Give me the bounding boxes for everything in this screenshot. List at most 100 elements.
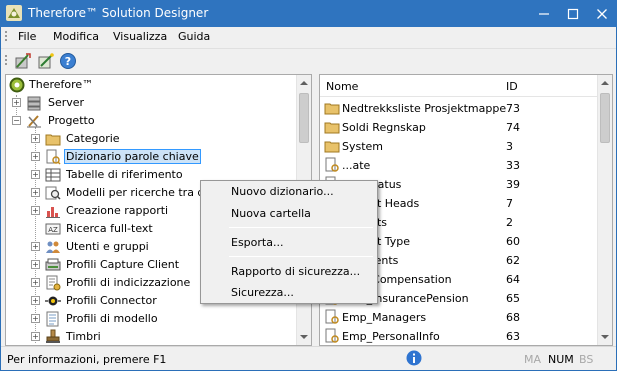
context-menu: Nuovo dizionario... Nuova cartella Espor… <box>200 180 378 304</box>
expand-plus-icon[interactable]: + <box>31 314 40 323</box>
help-icon[interactable]: ? <box>59 52 77 70</box>
tree-node-server[interactable]: + Server <box>6 94 296 112</box>
menu-visualizza[interactable]: Visualizza <box>113 30 167 43</box>
scroll-thumb[interactable] <box>600 93 610 143</box>
item-id: 60 <box>506 235 520 248</box>
therefore-app-icon[interactable] <box>6 5 22 21</box>
tree-node-label: Categorie <box>66 132 120 145</box>
menu-file[interactable]: File <box>18 30 36 43</box>
fulltext-search-icon: AZ <box>45 221 61 237</box>
tree-node-label: Server <box>48 96 85 109</box>
capture-client-icon <box>45 257 61 273</box>
menu-item-nuova-cartella[interactable]: Nuova cartella <box>231 207 311 220</box>
close-button[interactable] <box>588 0 616 27</box>
menu-item-nuovo-dizionario[interactable]: Nuovo dizionario... <box>231 185 334 198</box>
expand-plus-icon[interactable]: + <box>31 296 40 305</box>
svg-text:?: ? <box>65 55 71 68</box>
users-group-icon <box>45 239 61 255</box>
expand-plus-icon[interactable]: + <box>31 170 40 179</box>
tree-node-root[interactable]: Therefore™ <box>6 76 296 94</box>
item-id: 62 <box>506 254 520 267</box>
item-name: Emp_PersonalInfo <box>342 330 440 343</box>
tree-node-label: Utenti e gruppi <box>66 240 149 253</box>
tree-node-timbri[interactable]: + Timbri <box>6 328 296 345</box>
list-item[interactable]: Nedtrekksliste Prosjektmappe 73 <box>320 99 598 118</box>
toolbar-grip[interactable] <box>5 55 7 67</box>
expand-plus-icon[interactable]: + <box>31 242 40 251</box>
report-chart-icon <box>45 203 61 219</box>
tree-node-progetto[interactable]: − Progetto <box>6 112 296 130</box>
item-id: 74 <box>506 121 520 134</box>
stamp-icon <box>45 329 61 345</box>
scroll-up-arrow-icon[interactable] <box>300 81 308 85</box>
expand-plus-icon[interactable]: + <box>12 98 21 107</box>
item-name: ...ate <box>342 159 371 172</box>
list-item[interactable]: Emp_Managers 68 <box>320 308 598 327</box>
status-bar: Per informazioni, premere F1 MA NUM BS <box>1 346 616 370</box>
expand-plus-icon[interactable]: + <box>31 332 40 341</box>
tree-node-dizionario[interactable]: + Dizionario parole chiave <box>6 148 296 166</box>
wizard-icon[interactable] <box>37 52 55 70</box>
server-icon <box>26 95 42 111</box>
tree-node-label: Profili Capture Client <box>66 258 180 271</box>
search-template-icon <box>45 185 61 201</box>
item-id: 68 <box>506 311 520 324</box>
menu-item-esporta[interactable]: Esporta... <box>231 236 283 249</box>
tree-node-label: Timbri <box>66 330 101 343</box>
tree-node-label: Progetto <box>48 114 95 127</box>
indexing-profile-icon <box>45 275 61 291</box>
status-text: Per informazioni, premere F1 <box>7 353 167 366</box>
tree-node-profili-modello[interactable]: + Profili di modello <box>6 310 296 328</box>
expand-plus-icon[interactable]: + <box>31 278 40 287</box>
therefore-root-icon <box>9 77 25 93</box>
list-item[interactable]: Soldi Regnskap 74 <box>320 118 598 137</box>
expand-plus-icon[interactable]: + <box>31 134 40 143</box>
item-name: Nedtrekksliste Prosjektmappe <box>342 102 507 115</box>
svg-text:AZ: AZ <box>48 226 58 234</box>
minimize-button[interactable] <box>530 0 558 27</box>
tree-node-label: Profili di modello <box>66 312 158 325</box>
scroll-down-arrow-icon[interactable] <box>601 335 609 339</box>
designer-icon[interactable] <box>14 52 32 70</box>
menu-guida[interactable]: Guida <box>178 30 210 43</box>
menu-modifica[interactable]: Modifica <box>53 30 99 43</box>
expand-plus-icon[interactable]: + <box>31 260 40 269</box>
menu-item-rapporto-sicurezza[interactable]: Rapporto di sicurezza... <box>231 265 360 278</box>
expand-plus-icon[interactable]: + <box>31 152 40 161</box>
title-bar[interactable]: Therefore™ Solution Designer <box>0 0 617 27</box>
folder-icon <box>324 100 340 116</box>
client-area: File Modifica Visualizza Guida ? Therefo… <box>1 27 616 370</box>
expand-plus-icon[interactable]: + <box>31 206 40 215</box>
dictionary-icon <box>45 149 61 165</box>
tree-node-label: Profili Connector <box>66 294 157 307</box>
list-item[interactable]: System 3 <box>320 137 598 156</box>
tree-node-label: Therefore™ <box>29 78 94 91</box>
tree-node-label: Ricerca full-text <box>66 222 153 235</box>
scroll-up-arrow-icon[interactable] <box>601 81 609 85</box>
list-header: Nome ID <box>320 75 598 97</box>
menu-item-sicurezza[interactable]: Sicurezza... <box>231 286 294 299</box>
scroll-thumb[interactable] <box>299 93 309 143</box>
item-id: 64 <box>506 273 520 286</box>
expand-plus-icon[interactable]: + <box>31 188 40 197</box>
column-header-id[interactable]: ID <box>506 80 518 93</box>
list-item[interactable]: ...ate 33 <box>320 156 598 175</box>
item-id: 2 <box>506 216 513 229</box>
tree-node-label: Profili di indicizzazione <box>66 276 191 289</box>
collapse-minus-icon[interactable]: − <box>12 116 21 125</box>
list-item[interactable]: Emp_PersonalInfo 63 <box>320 327 598 345</box>
info-icon[interactable] <box>406 350 422 366</box>
maximize-button[interactable] <box>559 0 587 27</box>
item-id: 65 <box>506 292 520 305</box>
column-header-name[interactable]: Nome <box>326 80 358 93</box>
list-scrollbar[interactable] <box>597 75 612 345</box>
menu-separator <box>229 256 373 257</box>
menubar-grip[interactable] <box>5 31 7 43</box>
item-id: 39 <box>506 178 520 191</box>
tree-node-label: Creazione rapporti <box>66 204 169 217</box>
item-name: Soldi Regnskap <box>342 121 426 134</box>
template-profile-icon <box>45 311 61 327</box>
item-id: 33 <box>506 159 520 172</box>
tree-node-categorie[interactable]: + Categorie <box>6 130 296 148</box>
scroll-down-arrow-icon[interactable] <box>300 335 308 339</box>
